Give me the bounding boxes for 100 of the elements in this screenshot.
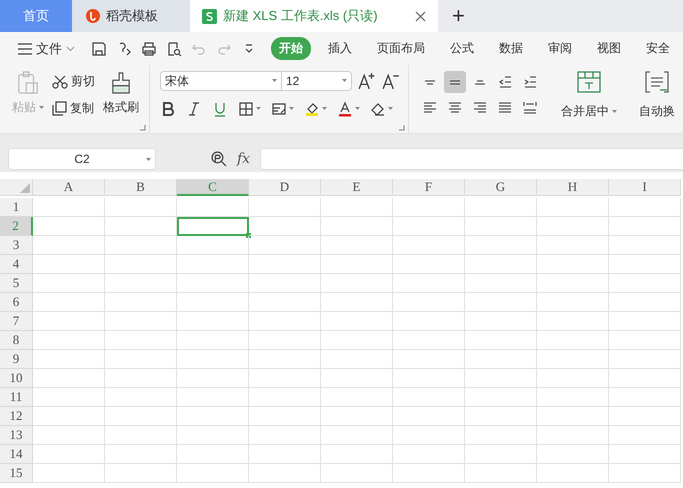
grid-cell[interactable] — [393, 407, 465, 426]
grid-cell[interactable] — [465, 198, 537, 217]
grid-cell[interactable] — [249, 217, 321, 236]
grid-cell[interactable] — [105, 293, 177, 312]
cut-button[interactable]: 剪切 — [52, 73, 95, 90]
grid-cell[interactable] — [177, 198, 249, 217]
grid-cell[interactable] — [537, 388, 609, 407]
grid-cell[interactable] — [465, 407, 537, 426]
grid-cell[interactable] — [105, 217, 177, 236]
name-box[interactable]: C2 — [8, 148, 156, 170]
grid-cell[interactable] — [33, 312, 105, 331]
dialog-launcher-icon[interactable] — [140, 125, 146, 131]
grid-cell[interactable] — [609, 312, 681, 331]
grid-cell[interactable] — [105, 331, 177, 350]
grid-cell[interactable] — [177, 350, 249, 369]
grid-cell[interactable] — [393, 426, 465, 445]
row-header[interactable]: 15 — [0, 464, 33, 483]
grid-cell[interactable] — [465, 350, 537, 369]
active-cell[interactable] — [177, 217, 249, 236]
grid-cell[interactable] — [249, 293, 321, 312]
grid-cell[interactable] — [321, 312, 393, 331]
grid-cell[interactable] — [321, 426, 393, 445]
grid-cell[interactable] — [33, 198, 105, 217]
fill-color-icon[interactable] — [304, 101, 320, 117]
grid-cell[interactable] — [33, 331, 105, 350]
save-icon[interactable] — [91, 40, 107, 56]
decrease-font-size-icon[interactable] — [382, 72, 400, 90]
grid-cell[interactable] — [537, 369, 609, 388]
row-header[interactable]: 11 — [0, 388, 33, 407]
row-header[interactable]: 7 — [0, 312, 33, 331]
grid-cell[interactable] — [537, 198, 609, 217]
grid-cell[interactable] — [609, 255, 681, 274]
grid-cell[interactable] — [609, 236, 681, 255]
grid-cell[interactable] — [249, 388, 321, 407]
grid-cell[interactable] — [609, 369, 681, 388]
column-header[interactable]: G — [465, 179, 537, 196]
format-painter-button[interactable]: 格式刷 — [101, 71, 141, 133]
grid-cell[interactable] — [465, 255, 537, 274]
new-tab-button[interactable]: + — [438, 0, 479, 32]
grid-cell[interactable] — [609, 388, 681, 407]
formula-input-field[interactable] — [260, 148, 683, 170]
grid-cell[interactable] — [393, 464, 465, 483]
grid-cell[interactable] — [321, 331, 393, 350]
grid-cell[interactable] — [393, 255, 465, 274]
grid-cell[interactable] — [321, 293, 393, 312]
grid-cell[interactable] — [537, 274, 609, 293]
grid-cell[interactable] — [33, 236, 105, 255]
grid-cell[interactable] — [177, 312, 249, 331]
grid-cell[interactable] — [177, 407, 249, 426]
increase-font-size-icon[interactable] — [358, 72, 376, 90]
column-header[interactable]: E — [321, 179, 393, 196]
grid-cell[interactable] — [537, 293, 609, 312]
grid-cell[interactable] — [393, 274, 465, 293]
grid-cell[interactable] — [465, 464, 537, 483]
grid-cell[interactable] — [249, 369, 321, 388]
grid-cell[interactable] — [609, 198, 681, 217]
grid-cell[interactable] — [465, 312, 537, 331]
grid-cell[interactable] — [609, 350, 681, 369]
grid-cell[interactable] — [33, 350, 105, 369]
grid-cell[interactable] — [537, 445, 609, 464]
ribbon-tab[interactable]: 公式 — [442, 37, 482, 60]
underline-icon[interactable] — [212, 101, 228, 117]
row-header[interactable]: 8 — [0, 331, 33, 350]
grid-cell[interactable] — [249, 426, 321, 445]
wrap-text-button[interactable]: 自动换 — [637, 71, 677, 133]
grid-cell[interactable] — [33, 426, 105, 445]
row-header[interactable]: 1 — [0, 198, 33, 217]
select-all-button[interactable] — [0, 179, 33, 196]
grid-cell[interactable] — [537, 217, 609, 236]
grid-cell[interactable] — [537, 312, 609, 331]
grid-cell[interactable] — [609, 426, 681, 445]
ribbon-tab[interactable]: 视图 — [589, 37, 629, 60]
grid-cell[interactable] — [537, 464, 609, 483]
grid-cell[interactable] — [393, 331, 465, 350]
grid-cell[interactable] — [321, 274, 393, 293]
row-header[interactable]: 4 — [0, 255, 33, 274]
grid-cell[interactable] — [177, 445, 249, 464]
grid-cell[interactable] — [33, 407, 105, 426]
grid-cell[interactable] — [177, 464, 249, 483]
file-menu-button[interactable]: 文件 — [14, 40, 79, 58]
grid-cell[interactable] — [249, 255, 321, 274]
row-header[interactable]: 6 — [0, 293, 33, 312]
grid-cell[interactable] — [393, 198, 465, 217]
grid-cell[interactable] — [249, 445, 321, 464]
grid-cell[interactable] — [249, 331, 321, 350]
grid-cell[interactable] — [105, 274, 177, 293]
row-header[interactable]: 5 — [0, 274, 33, 293]
grid-cell[interactable] — [249, 407, 321, 426]
grid-cell[interactable] — [33, 388, 105, 407]
grid-cell[interactable] — [321, 255, 393, 274]
grid-cell[interactable] — [249, 198, 321, 217]
print-icon[interactable] — [141, 40, 157, 56]
grid-cell[interactable] — [105, 426, 177, 445]
row-header[interactable]: 14 — [0, 445, 33, 464]
grid-cell[interactable] — [393, 236, 465, 255]
grid-cell[interactable] — [465, 236, 537, 255]
grid-cell[interactable] — [465, 426, 537, 445]
grid-cell[interactable] — [321, 350, 393, 369]
grid-cell[interactable] — [393, 293, 465, 312]
grid-cell[interactable] — [609, 274, 681, 293]
